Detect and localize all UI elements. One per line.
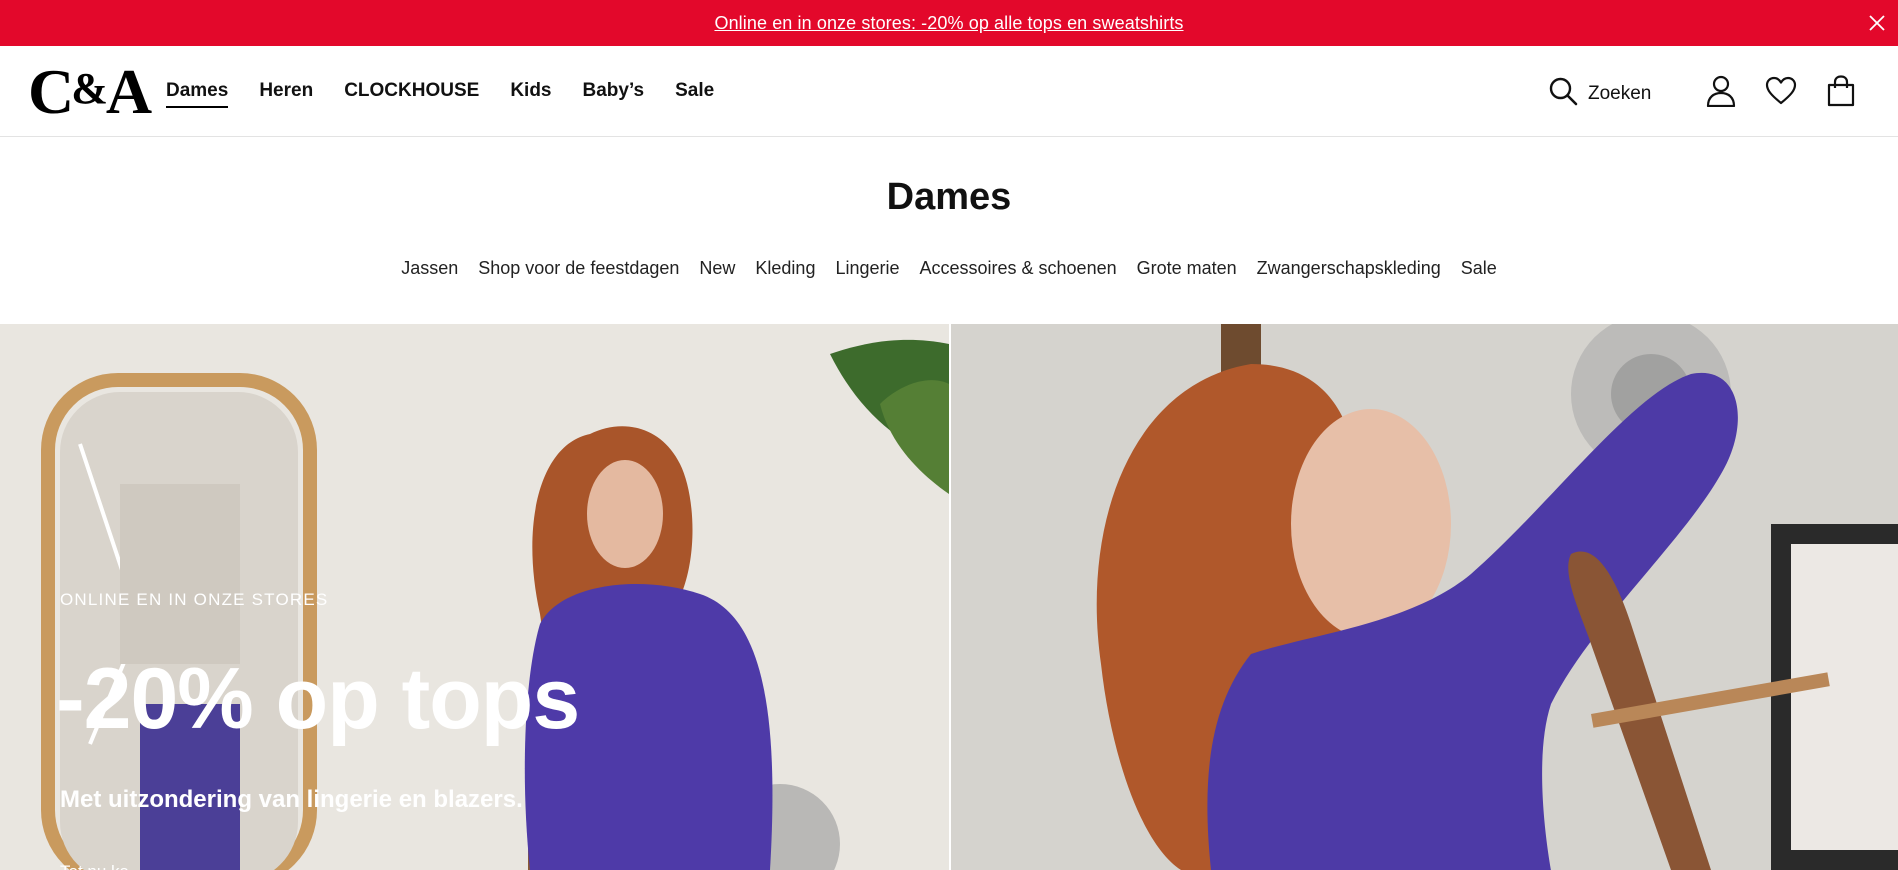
close-icon[interactable]: [1862, 8, 1892, 38]
subnav-item-accessoires[interactable]: Accessoires & schoenen: [920, 258, 1117, 279]
subnav-item-jassen[interactable]: Jassen: [401, 258, 458, 279]
nav-item-babys[interactable]: Baby’s: [583, 80, 645, 108]
nav-item-heren[interactable]: Heren: [259, 80, 313, 108]
subnav-item-kleding[interactable]: Kleding: [755, 258, 815, 279]
hero-cta-link[interactable]: Tot nu ka: [60, 862, 129, 870]
hero-photo-right-illustration: [951, 324, 1898, 870]
wishlist-heart-icon[interactable]: [1764, 74, 1798, 108]
nav-item-kids[interactable]: Kids: [510, 80, 551, 108]
subnav-item-lingerie[interactable]: Lingerie: [835, 258, 899, 279]
hero-subline: Met uitzondering van lingerie en blazers…: [60, 786, 523, 813]
nav-item-dames[interactable]: Dames: [166, 80, 229, 108]
page-title: Dames: [886, 176, 1012, 218]
account-icon[interactable]: [1704, 74, 1738, 108]
subnav-item-grote-maten[interactable]: Grote maten: [1137, 258, 1237, 279]
hero-image-right: [951, 324, 1898, 870]
logo-ampersand: &: [71, 64, 108, 113]
ca-logo[interactable]: C&A: [28, 60, 152, 127]
shopping-bag-icon[interactable]: [1824, 74, 1858, 108]
subnav-item-sale[interactable]: Sale: [1461, 258, 1497, 279]
nav-item-sale[interactable]: Sale: [675, 80, 714, 108]
nav-item-clockhouse[interactable]: CLOCKHOUSE: [344, 80, 479, 108]
promo-link[interactable]: Online en in onze stores: -20% op alle t…: [714, 13, 1183, 34]
header-utilities: Zoeken: [1498, 46, 1898, 136]
hero-headline: -20% op tops: [56, 651, 580, 747]
search-label: Zoeken: [1588, 82, 1652, 104]
hero-banner[interactable]: ONLINE EN IN ONZE STORES -20% op tops Me…: [0, 324, 1898, 870]
site-header: C&A Dames Heren CLOCKHOUSE Kids Baby’s S…: [0, 46, 1898, 137]
main-navigation: Dames Heren CLOCKHOUSE Kids Baby’s Sale: [166, 80, 745, 108]
hero-eyebrow: ONLINE EN IN ONZE STORES: [60, 590, 329, 609]
subnav-item-feestdagen[interactable]: Shop voor de feestdagen: [478, 258, 679, 279]
subnav-item-zwangerschap[interactable]: Zwangerschapskleding: [1257, 258, 1441, 279]
logo-letter-a: A: [105, 56, 152, 127]
search-icon: [1548, 76, 1578, 111]
promo-banner: Online en in onze stores: -20% op alle t…: [0, 0, 1898, 46]
search-button[interactable]: Zoeken: [1548, 76, 1651, 111]
subnav-item-new[interactable]: New: [699, 258, 735, 279]
logo-letter-c: C: [28, 56, 74, 127]
category-subnav: Jassen Shop voor de feestdagen New Kledi…: [0, 258, 1898, 279]
